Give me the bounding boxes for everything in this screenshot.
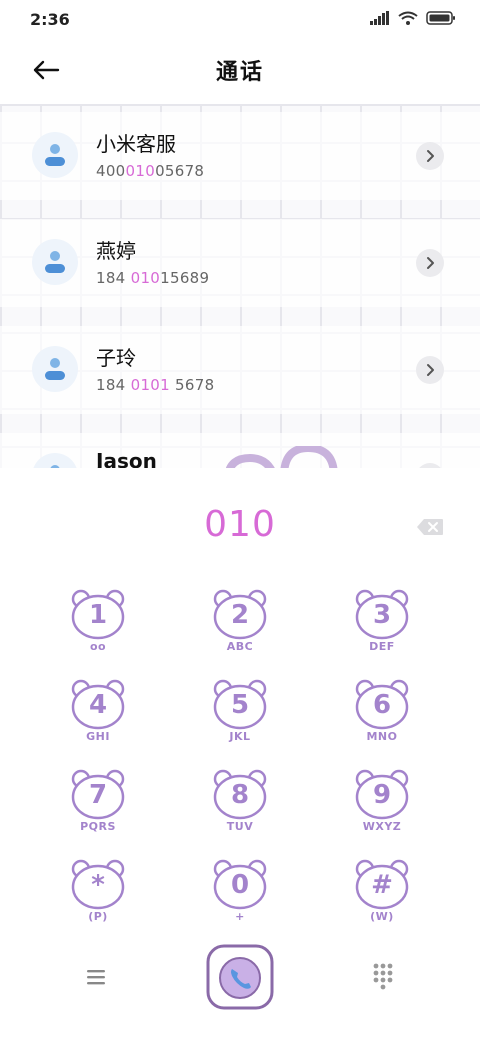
key-letters: JKL [229,730,251,743]
contact-detail-button[interactable] [416,356,444,384]
key-letters: oo [89,640,107,653]
search-results-list: 小米客服 40001005678 燕婷 184 01015689 子玲 184 … [0,104,480,470]
key-digit: 3 [372,600,392,630]
dial-key[interactable]: 1 oo [58,588,138,668]
contact-name: Jason [96,449,157,470]
key-digit: # [371,870,393,900]
number-suffix: 05678 [155,162,205,180]
key-digit: 0 [230,870,250,900]
number-prefix: 184 [96,269,131,287]
dial-key[interactable]: * (P) [58,858,138,938]
number-suffix: 15689 [160,269,210,287]
key-digit: 6 [372,690,392,720]
number-suffix: 5678 [169,376,215,394]
dial-key[interactable]: 8 TUV [200,768,280,848]
contact-row[interactable]: 子玲 184 0101 5678 [0,326,480,414]
status-bar: 2:36 [0,0,480,40]
contact-number: 184 0101 5678 [96,376,214,394]
key-letters: WXYZ [362,820,402,833]
key-digit: 4 [88,690,108,720]
wifi-icon [398,11,418,25]
contact-name: 小米客服 [96,132,176,156]
person-icon [45,358,65,380]
person-icon [45,251,65,273]
contact-number: 40001005678 [96,162,204,180]
key-letters: + [235,910,245,923]
key-letters: (W) [370,910,394,923]
contact-name: 子玲 [96,346,136,370]
contact-name: 燕婷 [96,239,136,263]
key-letters: GHI [86,730,110,743]
key-letters: DEF [369,640,395,653]
number-match: 010 [125,162,156,180]
dial-key[interactable]: 7 PQRS [58,768,138,848]
key-digit: 9 [372,780,392,810]
key-letters: PQRS [80,820,116,833]
key-letters: (P) [88,910,108,923]
status-time: 2:36 [30,10,70,29]
chevron-right-icon [427,257,434,269]
chevron-right-icon [427,150,434,162]
number-prefix: 184 [96,376,131,394]
contact-number: 184 01015689 [96,269,209,287]
contact-avatar [32,132,78,178]
header: 通话 [0,40,480,100]
backspace-icon[interactable] [416,518,444,536]
status-icons [370,11,456,25]
key-digit: 1 [88,600,108,630]
page-title: 通话 [215,60,264,85]
key-digit: 5 [230,690,250,720]
dial-key[interactable]: 0 + [200,858,280,938]
key-digit: 2 [230,600,250,630]
number-match: 010 [130,269,161,287]
dial-key[interactable]: 6 MNO [342,678,422,758]
bottom-bar [0,940,480,1020]
menu-icon[interactable] [80,964,112,990]
person-icon [45,144,65,166]
dialed-number: 010 [204,504,276,545]
key-digit: * [91,870,105,900]
contact-row[interactable]: 小米客服 40001005678 [0,112,480,200]
number-match: 0101 [130,376,170,394]
contact-detail-button[interactable] [416,142,444,170]
dial-key[interactable]: 5 JKL [200,678,280,758]
contact-avatar [32,346,78,392]
dialpad-icon[interactable] [366,960,400,994]
key-digit: 7 [88,780,108,810]
dial-key[interactable]: 2 ABC [200,588,280,668]
number-prefix: 400 [96,162,126,180]
signal-icon [370,11,389,25]
contact-row[interactable]: 燕婷 184 01015689 [0,219,480,307]
key-letters: MNO [366,730,398,743]
contact-detail-button[interactable] [416,249,444,277]
call-button[interactable] [206,942,274,1010]
chevron-right-icon [427,364,434,376]
key-letters: ABC [226,640,254,653]
dial-key[interactable]: 9 WXYZ [342,768,422,848]
contact-avatar [32,239,78,285]
battery-icon [426,11,455,25]
key-letters: TUV [226,820,254,833]
dial-key[interactable]: # (W) [342,858,422,938]
dial-key[interactable]: 3 DEF [342,588,422,668]
key-digit: 8 [230,780,250,810]
dial-key[interactable]: 4 GHI [58,678,138,758]
